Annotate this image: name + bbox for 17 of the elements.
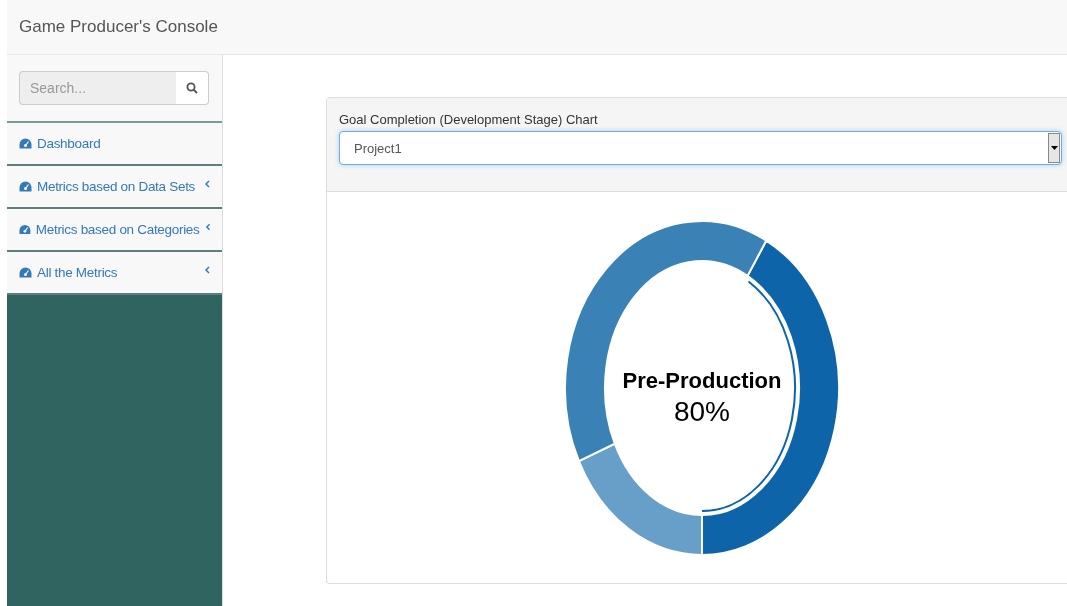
caret-icon: [1050, 146, 1058, 150]
dashboard-icon: [19, 138, 32, 149]
chevron-icon: [204, 265, 210, 274]
completion-percent: 80%: [673, 395, 730, 428]
app-title: Game Producer's Console: [19, 17, 218, 37]
sidebar-item[interactable]: Dashboard: [7, 123, 222, 166]
stage-name: Pre-Production: [622, 367, 782, 394]
dashboard-icon: [19, 267, 32, 278]
chart-label: Goal Completion (Development Stage) Chart: [339, 112, 599, 127]
project-select[interactable]: Project1: [339, 131, 1062, 165]
dashboard-icon: [19, 181, 32, 192]
chevron-icon: [204, 222, 210, 231]
dropdown-button[interactable]: [1048, 133, 1060, 163]
dashboard-icon: [19, 224, 31, 235]
sidebar-item[interactable]: Metrics based on Categories: [7, 209, 222, 252]
chevron-icon: [204, 179, 210, 188]
sidebar-item[interactable]: Metrics based on Data Sets: [7, 166, 222, 209]
